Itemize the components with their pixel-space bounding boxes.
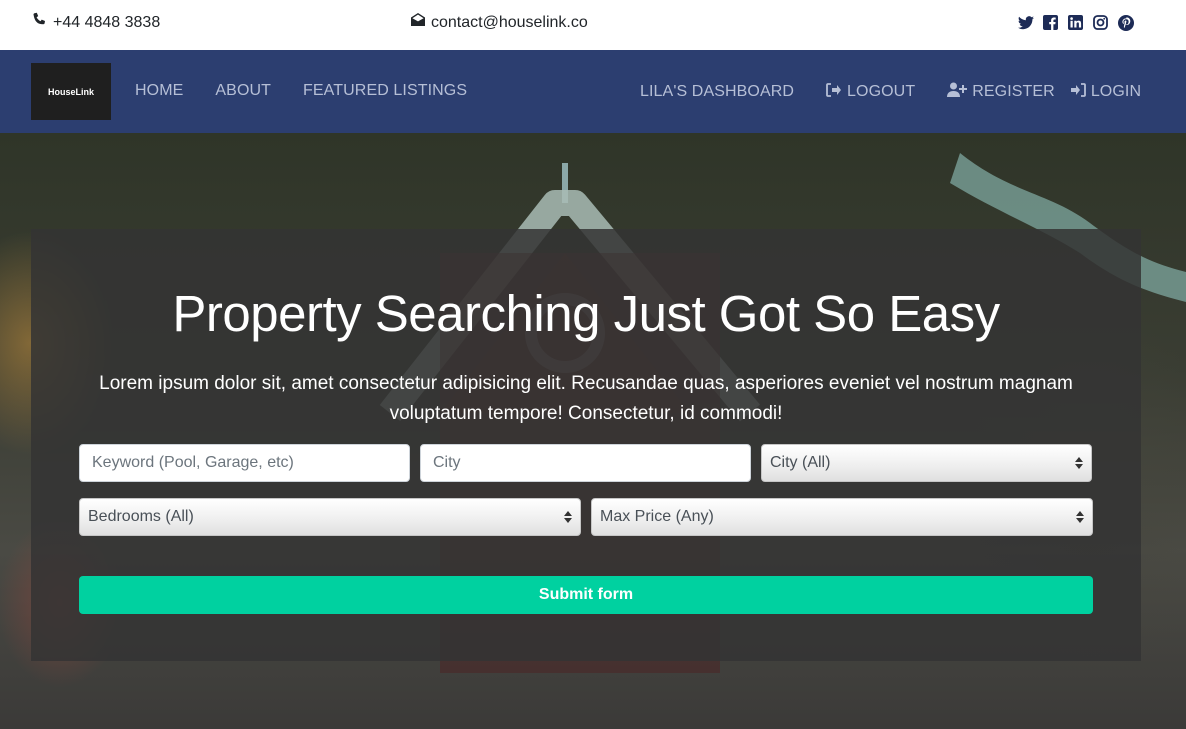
phone-icon (31, 12, 47, 33)
hero-title: Property Searching Just Got So Easy (172, 285, 1000, 342)
nav-about-link[interactable]: ABOUT (215, 82, 271, 100)
twitter-icon[interactable] (1017, 14, 1034, 31)
login-label: LOGIN (1090, 83, 1142, 100)
envelope-icon (410, 12, 426, 33)
facebook-icon[interactable] (1042, 14, 1059, 31)
nav-login-link[interactable]: LOGIN (1070, 82, 1141, 102)
nav-logout-link[interactable]: LOGOUT (826, 82, 915, 102)
submit-form-button[interactable]: Submit form (79, 576, 1093, 614)
city-select[interactable]: City (All) (761, 444, 1092, 482)
logout-label: LOGOUT (847, 83, 916, 100)
pinterest-icon[interactable] (1117, 14, 1134, 31)
instagram-icon[interactable] (1092, 14, 1109, 31)
nav-featured-listings-link[interactable]: FEATURED LISTINGS (303, 82, 467, 100)
dashboard-label: LILA'S DASHBOARD (640, 83, 795, 100)
nav-dashboard-link[interactable]: LILA'S DASHBOARD (640, 82, 794, 102)
nav-left-links: HOME ABOUT FEATURED LISTINGS (135, 82, 467, 100)
max-price-select[interactable]: Max Price (Any) (591, 498, 1093, 536)
register-label: REGISTER (972, 83, 1055, 100)
user-plus-icon (947, 82, 968, 102)
linkedin-icon[interactable] (1067, 14, 1084, 31)
social-links (1017, 14, 1134, 31)
email-contact: contact@houselink.co (410, 12, 588, 33)
sign-out-icon (826, 82, 842, 102)
email-address[interactable]: contact@houselink.co (431, 14, 588, 32)
city-select-value: City (All) (770, 454, 831, 471)
bedrooms-select[interactable]: Bedrooms (All) (79, 498, 581, 536)
nav-register-link[interactable]: REGISTER (947, 82, 1055, 102)
phone-number: +44 4848 3838 (53, 13, 161, 31)
houselink-logo[interactable]: HouseLink (31, 63, 111, 120)
max-price-select-value: Max Price (Any) (600, 508, 714, 525)
select-arrows-icon (1076, 511, 1084, 523)
nav-right-links: LILA'S DASHBOARD LOGOUT REGISTER LOGIN (640, 82, 1141, 102)
top-contact-bar: +44 4848 3838 contact@houselink.co (0, 0, 1186, 50)
nav-home-link[interactable]: HOME (135, 82, 183, 100)
keyword-input[interactable]: Keyword (Pool, Garage, etc) (79, 444, 410, 482)
hero-subtitle: Lorem ipsum dolor sit, amet consectetur … (99, 373, 1073, 424)
search-panel: Property Searching Just Got So Easy Lore… (31, 229, 1141, 661)
bedrooms-select-value: Bedrooms (All) (88, 508, 194, 525)
select-arrows-icon (564, 511, 572, 523)
select-arrows-icon (1075, 457, 1083, 469)
sign-in-icon (1070, 82, 1086, 102)
city-input[interactable]: City (420, 444, 751, 482)
main-navbar: HouseLink HOME ABOUT FEATURED LISTINGS L… (0, 50, 1186, 133)
hero-background-image: Property Searching Just Got So Easy Lore… (0, 133, 1186, 729)
phone-contact: +44 4848 3838 (31, 12, 160, 33)
